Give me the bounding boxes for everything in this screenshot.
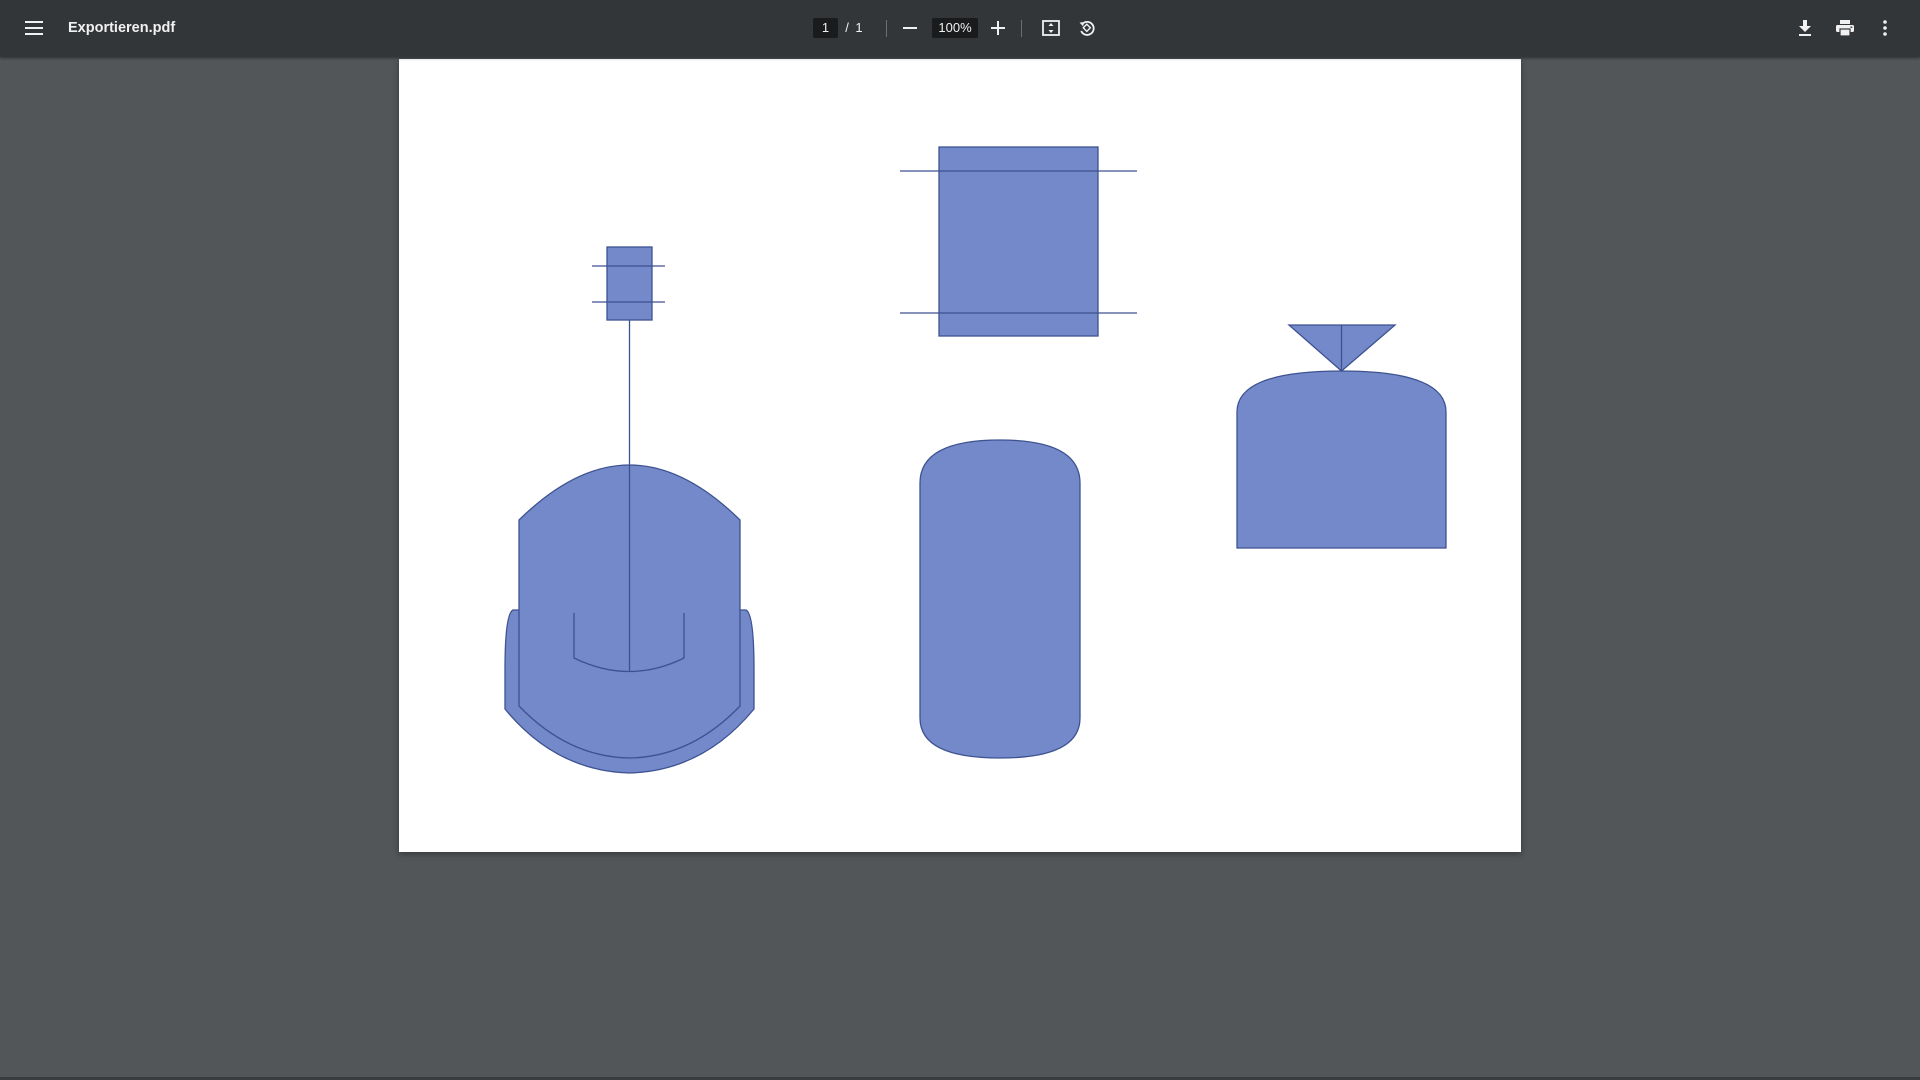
vertical-vessel bbox=[919, 439, 1081, 759]
agitator-motor bbox=[606, 246, 653, 321]
tank-body bbox=[1236, 370, 1447, 549]
page-drawing bbox=[504, 146, 1447, 774]
download-icon bbox=[1798, 20, 1812, 36]
rotate-counterclockwise-icon bbox=[1078, 19, 1096, 37]
page-number-input[interactable]: 1 bbox=[813, 18, 838, 38]
pdf-page bbox=[399, 59, 1521, 852]
fit-to-page-icon bbox=[1042, 20, 1060, 36]
more-actions-button[interactable] bbox=[1867, 10, 1903, 46]
zoom-level-input[interactable]: 100% bbox=[932, 18, 978, 38]
zoom-in-button[interactable] bbox=[980, 10, 1016, 46]
download-button[interactable] bbox=[1787, 10, 1823, 46]
menu-button[interactable] bbox=[16, 10, 52, 46]
print-icon bbox=[1836, 20, 1854, 36]
funnel-tank bbox=[1236, 324, 1447, 549]
document-title: Exportieren.pdf bbox=[68, 20, 176, 36]
pdf-viewer-area[interactable] bbox=[0, 57, 1920, 1080]
fit-to-page-button[interactable] bbox=[1033, 10, 1069, 46]
pdf-toolbar: Exportieren.pdf 1 / 1 100% bbox=[0, 0, 1920, 57]
rotate-button[interactable] bbox=[1069, 10, 1105, 46]
page-count: 1 bbox=[855, 20, 863, 35]
print-button[interactable] bbox=[1827, 10, 1863, 46]
toolbar-divider bbox=[886, 20, 887, 37]
stirred-reactor bbox=[504, 246, 755, 774]
plus-icon bbox=[991, 21, 1005, 35]
more-vertical-icon bbox=[1883, 20, 1887, 36]
heat-exchanger bbox=[900, 146, 1137, 337]
heat-exchanger-body bbox=[938, 146, 1099, 337]
toolbar-divider bbox=[1021, 20, 1022, 37]
minus-icon bbox=[903, 21, 917, 35]
zoom-out-button[interactable] bbox=[892, 10, 928, 46]
hamburger-menu-icon bbox=[25, 21, 43, 35]
